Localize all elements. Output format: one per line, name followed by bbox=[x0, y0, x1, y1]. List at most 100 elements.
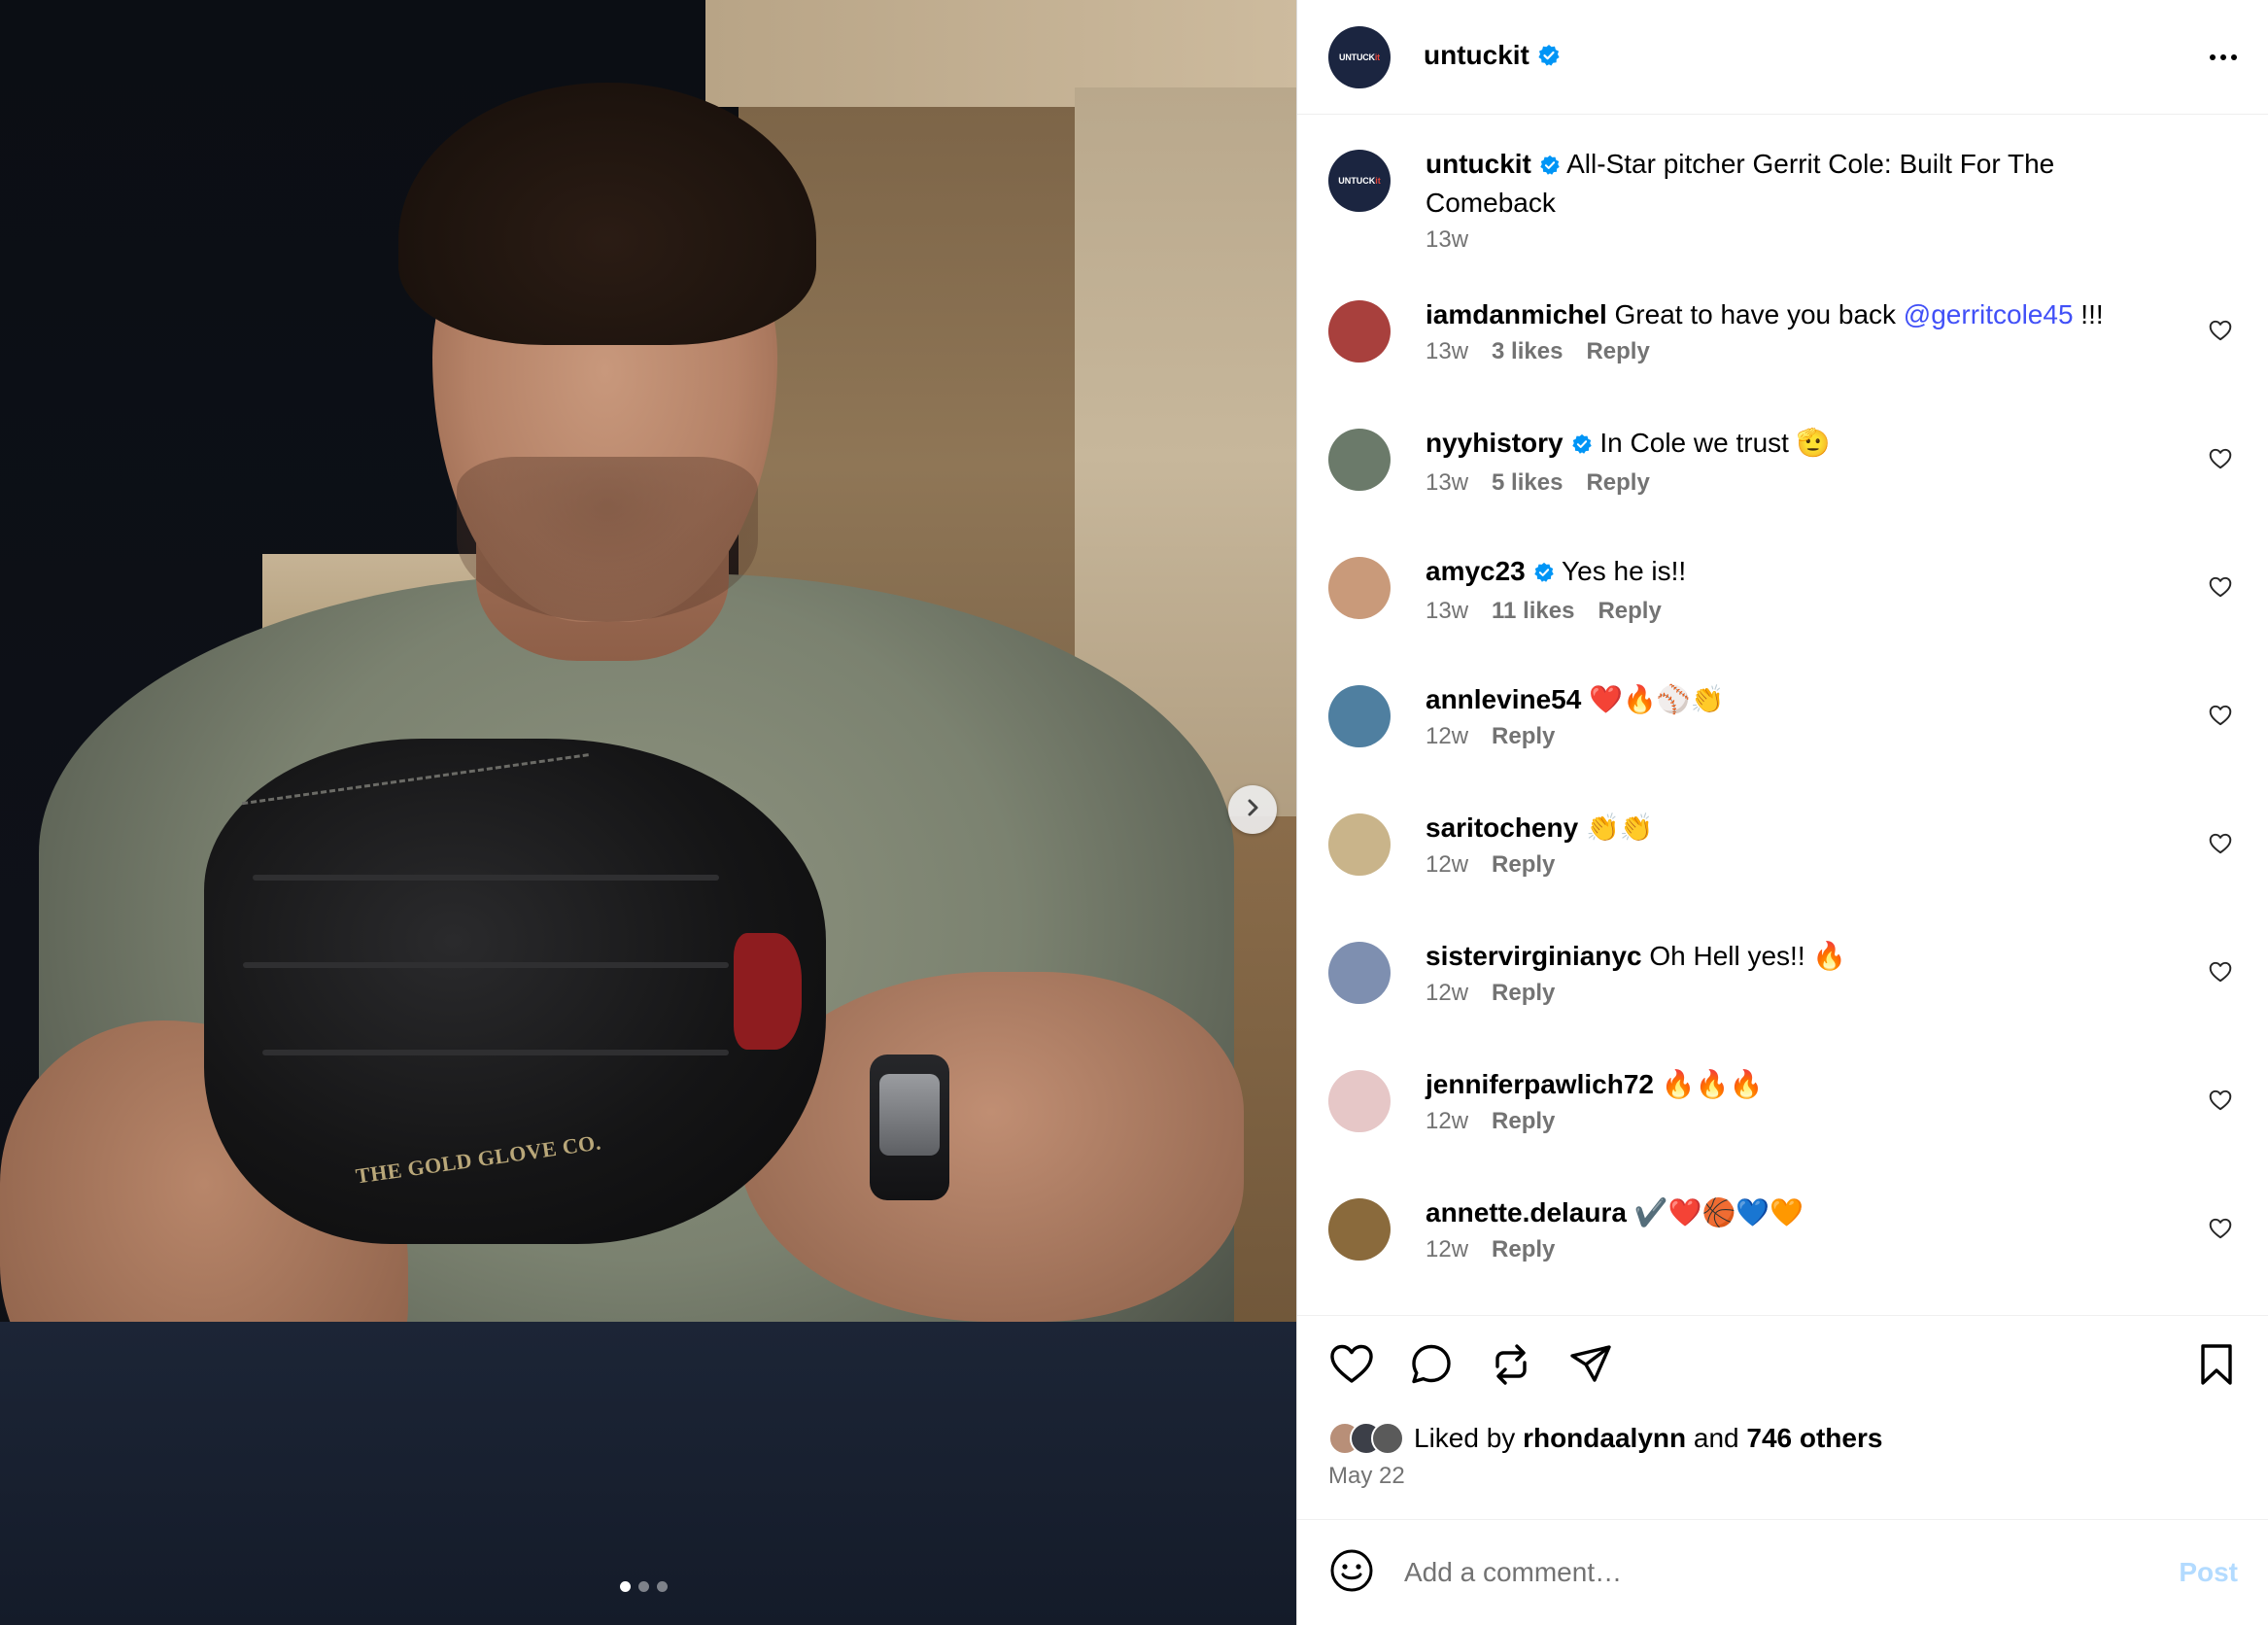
avatar[interactable] bbox=[1328, 942, 1391, 1004]
comment-reply-button[interactable]: Reply bbox=[1598, 598, 1661, 625]
liked-by-avatars[interactable] bbox=[1328, 1422, 1404, 1455]
comment-body: jenniferpawlich72 🔥🔥🔥 12w Reply bbox=[1426, 1066, 2237, 1135]
comment-body: nyyhistory In Cole we trust 🫡 13w 5 likes R… bbox=[1426, 425, 2237, 497]
comment-text: sistervirginianyc Oh Hell yes!! 🔥 bbox=[1426, 938, 2179, 974]
avatar[interactable] bbox=[1328, 557, 1391, 619]
comment-username[interactable]: annette.delaura bbox=[1426, 1197, 1627, 1227]
comment-time[interactable]: 12w bbox=[1426, 723, 1468, 750]
post-header: UNTUCKit untuckit bbox=[1297, 0, 2268, 115]
comment-meta: 13w 11 likes Reply bbox=[1426, 598, 2179, 625]
comment-username[interactable]: nyyhistory bbox=[1426, 428, 1564, 458]
share-icon[interactable] bbox=[1567, 1341, 1614, 1393]
repost-icon[interactable] bbox=[1488, 1341, 1534, 1393]
caption-time[interactable]: 13w bbox=[1426, 226, 1468, 254]
comments-list[interactable]: UNTUCKit untuckit All-Star pitcher Gerri… bbox=[1297, 115, 2268, 1315]
comment-reply-button[interactable]: Reply bbox=[1492, 1108, 1555, 1135]
heart-icon[interactable] bbox=[2208, 959, 2233, 989]
comment-body: sistervirginianyc Oh Hell yes!! 🔥 12w Repl… bbox=[1426, 938, 2237, 1007]
comment-reply-button[interactable]: Reply bbox=[1586, 469, 1649, 497]
comment-content: Great to have you back bbox=[1614, 299, 1904, 329]
comment-text: iamdanmichel Great to have you back @ger… bbox=[1426, 296, 2179, 332]
comment-meta: 13w 3 likes Reply bbox=[1426, 338, 2179, 365]
comment-icon[interactable] bbox=[1408, 1341, 1455, 1393]
comment-username[interactable]: annlevine54 bbox=[1426, 684, 1581, 714]
avatar[interactable] bbox=[1328, 429, 1391, 491]
comment-input[interactable] bbox=[1404, 1557, 2180, 1588]
post-author-username[interactable]: untuckit bbox=[1424, 40, 1561, 74]
comment-meta: 12w Reply bbox=[1426, 1236, 2179, 1263]
comment-mention[interactable]: @gerritcole45 bbox=[1904, 299, 2074, 329]
heart-icon[interactable] bbox=[2208, 831, 2233, 861]
post-media[interactable]: THE GOLD GLOVE CO. bbox=[0, 0, 1296, 1625]
liked-by: Liked by rhondaalynn and 746 others bbox=[1328, 1422, 2238, 1455]
comment-item: saritocheny 👏👏 12w Reply bbox=[1328, 810, 2237, 938]
heart-icon[interactable] bbox=[2208, 318, 2233, 348]
glove-seam bbox=[253, 875, 719, 881]
comment-time[interactable]: 13w bbox=[1426, 598, 1468, 625]
avatar-brand-text: UNTUCKit bbox=[1338, 176, 1381, 186]
avatar[interactable] bbox=[1328, 1070, 1391, 1132]
caption-meta: 13w bbox=[1426, 226, 2179, 254]
verified-badge-icon bbox=[1533, 556, 1555, 592]
chevron-right-icon bbox=[1243, 798, 1262, 822]
comment-body: iamdanmichel Great to have you back @ger… bbox=[1426, 296, 2237, 365]
comment-text: saritocheny 👏👏 bbox=[1426, 810, 2179, 846]
post-actions: Liked by rhondaalynn and 746 others May … bbox=[1297, 1315, 2268, 1519]
comment-username[interactable]: amyc23 bbox=[1426, 556, 1526, 586]
avatar[interactable] bbox=[1328, 813, 1391, 876]
post-comment-button[interactable]: Post bbox=[2179, 1557, 2238, 1588]
comment-reply-button[interactable]: Reply bbox=[1492, 980, 1555, 1007]
comment-like-count[interactable]: 3 likes bbox=[1492, 338, 1563, 365]
heart-icon[interactable] bbox=[2208, 446, 2233, 476]
caption-username[interactable]: untuckit bbox=[1426, 149, 1531, 179]
liked-by-and: and bbox=[1693, 1423, 1739, 1453]
comment-item: iamdanmichel Great to have you back @ger… bbox=[1328, 296, 2237, 425]
post-date[interactable]: May 22 bbox=[1328, 1463, 2238, 1490]
comment-like-count[interactable]: 5 likes bbox=[1492, 469, 1563, 497]
avatar[interactable]: UNTUCKit bbox=[1328, 150, 1391, 212]
avatar[interactable] bbox=[1328, 685, 1391, 747]
comment-meta: 13w 5 likes Reply bbox=[1426, 469, 2179, 497]
comment-time[interactable]: 12w bbox=[1426, 1236, 1468, 1263]
more-options-button[interactable] bbox=[2210, 47, 2237, 68]
carousel-next-button[interactable] bbox=[1228, 785, 1277, 834]
comment-suffix: !!! bbox=[2073, 299, 2104, 329]
avatar[interactable] bbox=[1328, 300, 1391, 363]
comment-content: 🔥🔥🔥 bbox=[1661, 1069, 1764, 1099]
post-side-panel: UNTUCKit untuckit UNTUCKit untuckit All-… bbox=[1296, 0, 2268, 1625]
carousel-dots bbox=[620, 1581, 668, 1592]
comment-time[interactable]: 12w bbox=[1426, 1108, 1468, 1135]
comment-username[interactable]: sistervirginianyc bbox=[1426, 941, 1642, 971]
instagram-post-view: THE GOLD GLOVE CO. UNTUCKit untuckit UNT… bbox=[0, 0, 2268, 1625]
verified-badge-icon bbox=[1537, 43, 1561, 74]
comment-like-count[interactable]: 11 likes bbox=[1492, 598, 1574, 625]
emoji-icon[interactable] bbox=[1328, 1547, 1375, 1599]
comment-username[interactable]: saritocheny bbox=[1426, 812, 1578, 843]
post-caption: UNTUCKit untuckit All-Star pitcher Gerri… bbox=[1328, 146, 2237, 254]
comment-time[interactable]: 13w bbox=[1426, 469, 1468, 497]
comment-reply-button[interactable]: Reply bbox=[1586, 338, 1649, 365]
heart-icon[interactable] bbox=[2208, 1216, 2233, 1246]
avatar[interactable] bbox=[1328, 1198, 1391, 1261]
comment-content: Yes he is!! bbox=[1562, 556, 1687, 586]
comment-reply-button[interactable]: Reply bbox=[1492, 723, 1555, 750]
comment-time[interactable]: 13w bbox=[1426, 338, 1468, 365]
liked-by-others[interactable]: 746 others bbox=[1746, 1423, 1882, 1454]
comment-reply-button[interactable]: Reply bbox=[1492, 1236, 1555, 1263]
comment-username[interactable]: iamdanmichel bbox=[1426, 299, 1607, 329]
carousel-dot bbox=[657, 1581, 668, 1592]
bookmark-icon[interactable] bbox=[2195, 1341, 2238, 1393]
comment-reply-button[interactable]: Reply bbox=[1492, 851, 1555, 879]
avatar-brand-text: UNTUCKit bbox=[1339, 52, 1380, 62]
comment-username[interactable]: jenniferpawlich72 bbox=[1426, 1069, 1654, 1099]
comment-content: 👏👏 bbox=[1585, 812, 1654, 843]
heart-icon[interactable] bbox=[2208, 574, 2233, 605]
heart-icon[interactable] bbox=[2208, 703, 2233, 733]
comment-time[interactable]: 12w bbox=[1426, 851, 1468, 879]
liked-by-user[interactable]: rhondaalynn bbox=[1523, 1423, 1686, 1454]
heart-icon[interactable] bbox=[1328, 1341, 1375, 1393]
comment-time[interactable]: 12w bbox=[1426, 980, 1468, 1007]
heart-icon[interactable] bbox=[2208, 1088, 2233, 1118]
avatar[interactable]: UNTUCKit bbox=[1328, 25, 1391, 88]
comment-meta: 12w Reply bbox=[1426, 1108, 2179, 1135]
